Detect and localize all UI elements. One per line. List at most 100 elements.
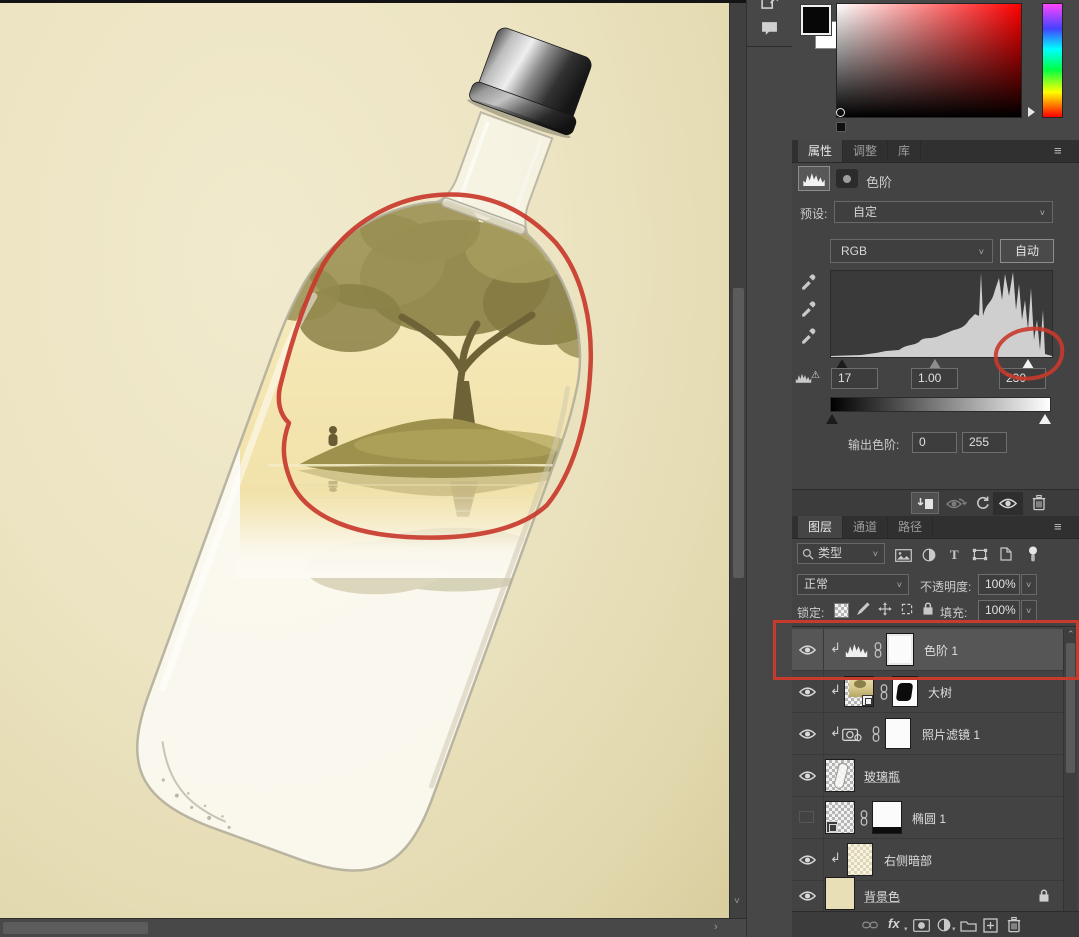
filter-shape-layers-icon[interactable] <box>972 548 988 561</box>
tab-adjustments[interactable]: 调整 <box>843 140 888 162</box>
toggle-visibility-button[interactable] <box>993 492 1023 515</box>
layer-row-levels-1[interactable]: ↲ 色阶 1 <box>792 629 1063 671</box>
layer-name[interactable]: 大树 <box>928 684 952 701</box>
delete-layer-icon[interactable] <box>1007 916 1021 933</box>
scroll-up-icon[interactable]: ⌃ <box>1067 629 1075 640</box>
shadow-input-value[interactable]: 17 <box>831 368 878 389</box>
filter-adjustment-layers-icon[interactable] <box>922 548 936 562</box>
new-group-icon[interactable] <box>960 919 977 932</box>
lock-move-icon[interactable] <box>878 602 892 616</box>
highlight-input-value[interactable]: 230 <box>999 368 1046 389</box>
delete-adjustment-icon[interactable] <box>1032 494 1046 511</box>
export-icon[interactable] <box>761 0 779 11</box>
layer-thumbnail[interactable] <box>847 843 873 876</box>
layers-scrollbar-thumb[interactable] <box>1066 643 1075 773</box>
canvas-vertical-scrollbar[interactable]: ˅ <box>729 3 746 918</box>
visibility-cell[interactable] <box>792 839 824 880</box>
layer-style-fx-button[interactable]: fx <box>888 916 900 931</box>
fill-dropdown-button[interactable]: ˅ <box>1021 600 1037 621</box>
view-previous-state-icon[interactable] <box>945 496 967 510</box>
opacity-dropdown-button[interactable]: ˅ <box>1021 574 1037 595</box>
new-layer-icon[interactable] <box>983 918 998 933</box>
foreground-color-swatch[interactable] <box>801 5 831 35</box>
layer-row-tree[interactable]: ↲ 大树 <box>792 671 1063 713</box>
vector-mask-thumbnail[interactable] <box>872 801 902 834</box>
color-field-cursor[interactable] <box>836 108 845 117</box>
histogram-clipping-warning-icon[interactable] <box>795 372 812 383</box>
visibility-cell[interactable] <box>792 713 824 754</box>
layer-thumbnail[interactable] <box>825 759 855 792</box>
tab-channels[interactable]: 通道 <box>843 516 888 538</box>
link-layers-icon[interactable] <box>862 917 878 933</box>
lock-transparency-icon[interactable] <box>834 603 849 618</box>
adjustment-levels-thumbnail[interactable] <box>844 642 869 657</box>
blend-mode-select[interactable]: 正常 ˅ <box>797 574 909 595</box>
visibility-cell[interactable] <box>792 629 824 670</box>
new-adjustment-layer-icon[interactable] <box>937 918 951 932</box>
tab-paths[interactable]: 路径 <box>888 516 933 538</box>
panel-menu-icon[interactable]: ≡ <box>1054 143 1062 158</box>
panel-menu-icon[interactable]: ≡ <box>1054 519 1062 534</box>
layer-filter-select[interactable]: 类型 ˅ <box>797 543 885 564</box>
lock-artboard-icon[interactable] <box>900 602 914 616</box>
tab-layers[interactable]: 图层 <box>798 516 843 538</box>
layer-name[interactable]: 玻璃瓶 <box>864 768 900 785</box>
document-canvas[interactable] <box>0 3 729 918</box>
lock-paint-brush-icon[interactable] <box>856 602 870 616</box>
layer-row-background-color[interactable]: 背景色 <box>792 881 1063 912</box>
opacity-value[interactable]: 100% <box>978 574 1020 595</box>
layer-row-ellipse-1[interactable]: 椭圆 1 <box>792 797 1063 839</box>
add-layer-mask-icon[interactable] <box>913 919 930 932</box>
filter-pixel-layers-icon[interactable] <box>895 549 912 562</box>
black-point-eyedropper-icon[interactable] <box>800 272 817 290</box>
layer-mask-thumbnail[interactable] <box>885 718 911 749</box>
output-highlight-value[interactable]: 255 <box>962 432 1007 453</box>
tab-properties[interactable]: 属性 <box>798 140 843 162</box>
layer-name[interactable]: 椭圆 1 <box>912 810 946 827</box>
output-shadow-slider[interactable] <box>826 414 838 424</box>
scroll-right-icon[interactable]: › <box>714 921 718 933</box>
photo-filter-thumbnail-icon[interactable] <box>842 726 862 742</box>
comment-icon[interactable] <box>761 21 778 36</box>
layer-thumbnail[interactable] <box>825 877 855 910</box>
scroll-down-icon[interactable]: ˅ <box>734 896 740 907</box>
vertical-scrollbar-thumb[interactable] <box>733 288 744 578</box>
clip-to-layer-button[interactable] <box>911 492 939 514</box>
white-point-eyedropper-icon[interactable] <box>800 326 817 344</box>
adjustment-type-button[interactable] <box>798 166 830 191</box>
visibility-cell-empty[interactable] <box>792 797 824 838</box>
gray-point-eyedropper-icon[interactable] <box>800 299 817 317</box>
horizontal-scrollbar-thumb[interactable] <box>3 922 148 934</box>
auto-button[interactable]: 自动 <box>1000 239 1054 263</box>
saturation-brightness-field[interactable] <box>836 3 1022 118</box>
fill-value[interactable]: 100% <box>978 600 1020 621</box>
tab-libraries[interactable]: 库 <box>888 140 921 162</box>
layer-thumbnail[interactable] <box>825 801 855 834</box>
layer-mask-thumbnail[interactable] <box>887 634 913 665</box>
layer-name[interactable]: 右侧暗部 <box>884 852 932 869</box>
mask-badge-icon[interactable] <box>836 169 858 188</box>
layer-row-right-shadow[interactable]: ↲ 右侧暗部 <box>792 839 1063 881</box>
layer-row-glass-bottle[interactable]: 玻璃瓶 <box>792 755 1063 797</box>
layers-scrollbar[interactable]: ⌃ <box>1063 629 1077 911</box>
filter-smart-objects-icon[interactable] <box>1000 547 1012 561</box>
layer-name[interactable]: 照片滤镜 1 <box>922 726 980 743</box>
layer-mask-thumbnail[interactable] <box>892 676 918 707</box>
layer-thumbnail[interactable] <box>844 676 874 707</box>
hue-slider[interactable] <box>1042 3 1063 118</box>
channel-select[interactable]: RGB ˅ <box>830 239 993 263</box>
output-shadow-value[interactable]: 0 <box>912 432 957 453</box>
visibility-cell[interactable] <box>792 671 824 712</box>
preset-select[interactable]: 自定 ˅ <box>834 201 1053 223</box>
midtone-input-value[interactable]: 1.00 <box>911 368 958 389</box>
filter-toggle-pin-icon[interactable] <box>1028 546 1038 562</box>
output-highlight-slider[interactable] <box>1039 414 1051 424</box>
layer-name[interactable]: 背景色 <box>864 888 900 905</box>
layer-row-photo-filter-1[interactable]: ↲ 照片滤镜 1 <box>792 713 1063 755</box>
filter-type-layers-icon[interactable]: T <box>950 547 959 563</box>
reset-adjustment-icon[interactable] <box>975 496 990 510</box>
visibility-cell[interactable] <box>792 881 824 911</box>
layer-name[interactable]: 色阶 1 <box>924 642 958 659</box>
canvas-horizontal-scrollbar[interactable]: › <box>0 918 746 937</box>
lock-all-icon[interactable] <box>922 601 934 616</box>
